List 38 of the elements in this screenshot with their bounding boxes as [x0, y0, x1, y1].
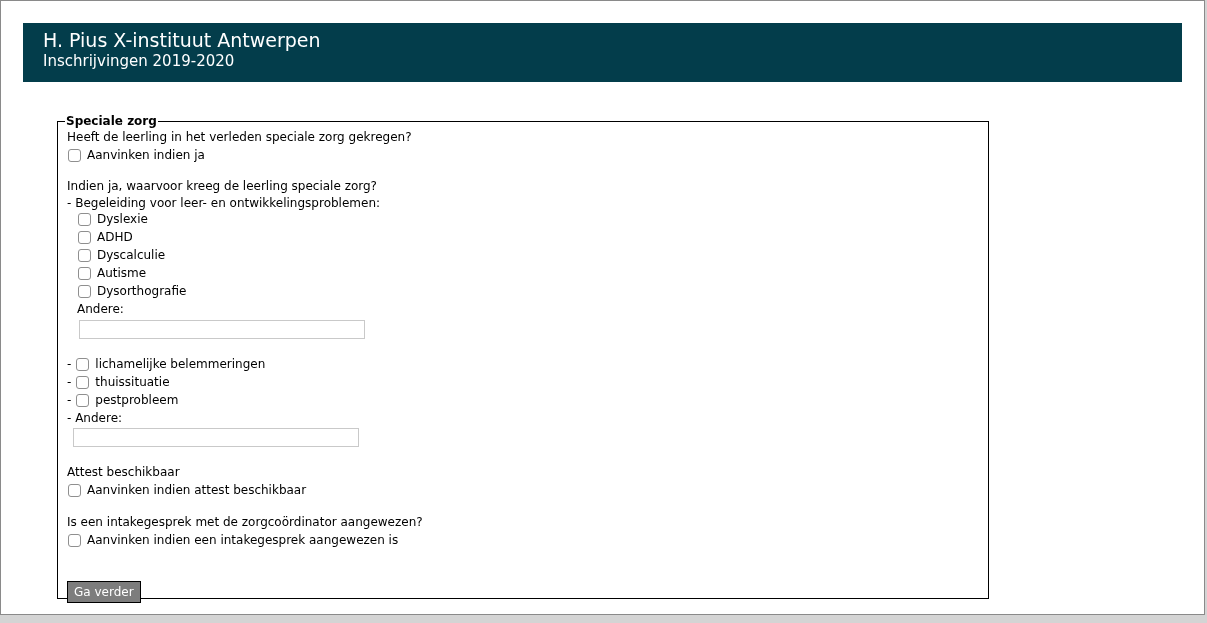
checkbox-label: thuissituatie	[95, 374, 170, 391]
question-text: Is een intakegesprek met de zorgcoördinator aangewezen?	[67, 514, 423, 531]
continue-button[interactable]: Ga verder	[67, 581, 141, 603]
page-subtitle: Inschrijvingen 2019-2020	[43, 52, 236, 70]
checkbox-label: Aanvinken indien een intakegesprek aangewezen is	[87, 532, 399, 549]
checkbox[interactable]	[68, 483, 81, 497]
question-text: Attest beschikbaar	[67, 464, 180, 481]
dash-marker: -	[67, 374, 72, 391]
checkbox[interactable]	[78, 248, 91, 262]
checkbox[interactable]	[76, 357, 90, 371]
group-label: - Begeleiding voor leer- en ontwikkelingsproblemen:	[67, 194, 381, 212]
dash-marker: -	[67, 356, 72, 373]
checkbox-label: ADHD	[97, 229, 133, 246]
question-text: Heeft de leerling in het verleden speciale zorg gekregen?	[67, 129, 412, 146]
checkbox[interactable]	[68, 533, 81, 547]
school-name: H. Pius X-instituut Antwerpen	[43, 29, 322, 52]
checkbox[interactable]	[78, 284, 91, 298]
checkbox-label: lichamelijke belemmeringen	[95, 356, 266, 373]
checkbox[interactable]	[68, 148, 81, 162]
input-field[interactable]	[73, 428, 359, 447]
section-title: Speciale zorg	[65, 114, 158, 128]
checkbox[interactable]	[78, 230, 91, 244]
checkbox-label: Aanvinken indien attest beschikbaar	[87, 482, 307, 499]
checkbox-label: pestprobleem	[95, 392, 179, 409]
question-text: Indien ja, waarvoor kreeg de leerling speciale zorg?	[67, 178, 377, 195]
checkbox-label: Dyscalculie	[97, 247, 166, 264]
checkbox[interactable]	[78, 266, 91, 280]
checkbox-label: Dysorthografie	[97, 283, 187, 300]
checkbox-label: Aanvinken indien ja	[87, 147, 205, 164]
dash-marker: -	[67, 392, 72, 409]
checkbox[interactable]	[76, 393, 90, 407]
field-label: Andere:	[77, 301, 124, 318]
checkbox-label: Dyslexie	[97, 211, 148, 228]
checkbox[interactable]	[76, 375, 90, 389]
input-field[interactable]	[79, 320, 365, 339]
checkbox-label: Autisme	[97, 265, 147, 282]
field-label: - Andere:	[67, 410, 123, 427]
checkbox[interactable]	[78, 212, 91, 226]
